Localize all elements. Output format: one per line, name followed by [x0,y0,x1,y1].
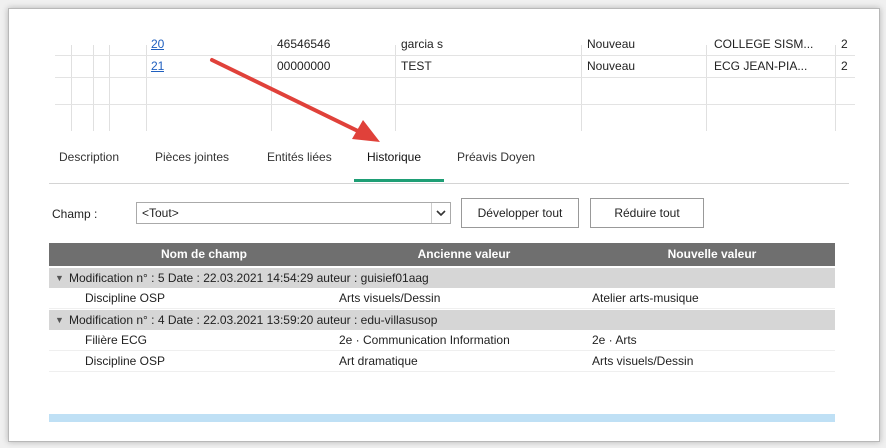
group-row[interactable]: ▼ Modification n° : 4 Date : 22.03.2021 … [49,310,835,330]
collapse-triangle-icon[interactable]: ▼ [55,268,64,288]
chevron-down-icon[interactable] [431,203,450,223]
table-row[interactable]: Filière ECG 2e · Communication Informati… [49,330,835,351]
champ-select[interactable]: <Tout> [136,202,451,224]
table-row[interactable]: Discipline OSP Art dramatique Arts visue… [49,351,835,372]
record-link[interactable]: 20 [151,34,164,55]
new-value: Arts visuels/Dessin [592,354,694,368]
active-tab-indicator [354,179,444,182]
record-extra: 2 [841,37,848,51]
history-table: Nom de champ Ancienne valeur Nouvelle va… [49,243,835,423]
new-value: Atelier arts-musique [592,291,699,305]
old-value: Art dramatique [339,354,418,368]
field-name: Discipline OSP [85,354,166,368]
old-value: 2e · Communication Information [339,333,510,347]
record-school: ECG JEAN-PIA... [714,59,808,73]
expand-all-button[interactable]: Développer tout [461,198,579,228]
group-label: Modification n° : 4 Date : 22.03.2021 13… [69,313,438,327]
old-value: Arts visuels/Dessin [339,291,441,305]
new-value: 2e · Arts [592,333,637,347]
group-row[interactable]: ▼ Modification n° : 5 Date : 22.03.2021 … [49,268,835,288]
grid-row[interactable]: 20 46546546 garcia s Nouveau COLLEGE SIS… [55,34,855,56]
grid-row-empty [55,78,855,105]
collapse-all-button[interactable]: Réduire tout [590,198,704,228]
selected-row-partial[interactable] [49,414,835,422]
field-name: Discipline OSP [85,291,166,305]
tab-preavis-doyen[interactable]: Préavis Doyen [457,147,535,183]
record-id: 00000000 [277,59,331,73]
record-status: Nouveau [587,59,636,73]
record-status: Nouveau [587,37,636,51]
window-frame: 20 46546546 garcia s Nouveau COLLEGE SIS… [8,8,880,442]
field-name: Filière ECG [85,333,148,347]
record-name: TEST [401,59,432,73]
record-link[interactable]: 21 [151,56,164,77]
table-header: Nom de champ Ancienne valeur Nouvelle va… [49,243,835,266]
record-name: garcia s [401,37,444,51]
tab-bar: Description Pièces jointes Entités liées… [49,143,849,184]
record-school: COLLEGE SISM... [714,37,814,51]
tab-historique[interactable]: Historique [367,147,421,183]
champ-label: Champ : [52,207,98,221]
tab-entites-liees[interactable]: Entités liées [267,147,332,183]
collapse-triangle-icon[interactable]: ▼ [55,310,64,330]
column-header-field[interactable]: Nom de champ [79,243,329,266]
champ-select-value: <Tout> [142,206,179,220]
tab-description[interactable]: Description [59,147,119,183]
grid-row[interactable]: 21 00000000 TEST Nouveau ECG JEAN-PIA...… [55,56,855,78]
records-grid: 20 46546546 garcia s Nouveau COLLEGE SIS… [55,37,855,105]
tab-pieces-jointes[interactable]: Pièces jointes [155,147,229,183]
group-label: Modification n° : 5 Date : 22.03.2021 14… [69,271,429,285]
column-header-new[interactable]: Nouvelle valeur [589,243,835,266]
column-header-old[interactable]: Ancienne valeur [339,243,589,266]
table-row[interactable]: Discipline OSP Arts visuels/Dessin Ateli… [49,288,835,309]
record-extra: 2 [841,59,848,73]
record-id: 46546546 [277,37,331,51]
